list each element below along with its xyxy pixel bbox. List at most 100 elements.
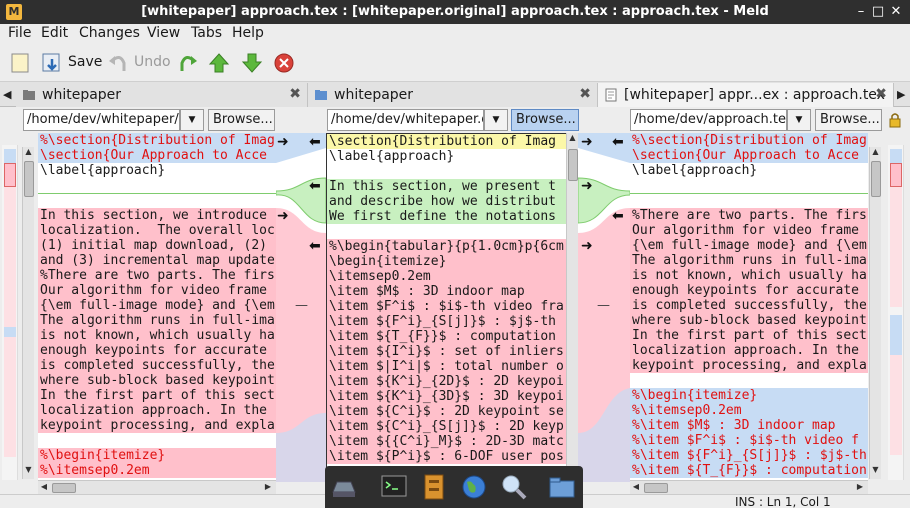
scroll-right-icon[interactable]: ▶ (262, 482, 274, 491)
push-left-arrow-icon[interactable]: ⬅ (309, 238, 321, 254)
next-change-button[interactable] (240, 51, 264, 75)
middle-editor-pane[interactable]: \section{Distribution of Imag \label{app… (326, 133, 568, 482)
left-editor-pane[interactable]: %\section{Distribution of Imag \section{… (38, 133, 276, 482)
scroll-down-icon[interactable]: ▼ (870, 465, 881, 477)
save-button[interactable]: Save (40, 51, 102, 75)
left-vertical-scrollbar[interactable]: ▲ ▼ (22, 147, 34, 479)
code-line: (1) initial map download, (2) (38, 238, 276, 253)
tab-whitepaper-dir[interactable]: whitepaper ✖ (308, 83, 598, 107)
left-overview-map[interactable] (2, 145, 18, 480)
close-tab-icon[interactable]: ✖ (289, 86, 301, 102)
push-left-arrow-icon[interactable]: ⬅ (612, 208, 624, 224)
left-path-field[interactable]: /home/dev/whitepaper/a (23, 109, 180, 131)
left-path-dropdown[interactable]: ▼ (180, 109, 204, 131)
tab-approach-tex[interactable]: [whitepaper] appr...ex : approach.tex ✖ (598, 83, 894, 107)
scroll-up-icon[interactable]: ▲ (567, 133, 578, 145)
left-horizontal-scrollbar[interactable]: ◀ ▶ (38, 480, 276, 494)
stop-button[interactable] (272, 51, 296, 75)
tab-whitepaper[interactable]: whitepaper ✖ (16, 83, 308, 107)
close-tab-icon[interactable]: ✖ (875, 86, 887, 102)
menu-file[interactable]: File (8, 25, 31, 41)
code-line: \item ${T_{F}}$ : computation (327, 329, 567, 344)
scroll-thumb[interactable] (24, 161, 34, 197)
code-line: is completed successfully, the (630, 298, 868, 313)
previous-change-button[interactable] (207, 51, 231, 75)
menu-help[interactable]: Help (232, 25, 264, 41)
code-line: \item ${K^i}_{2D}$ : 2D keypoi (327, 374, 567, 389)
menu-changes[interactable]: Changes (79, 25, 140, 41)
scroll-right-icon[interactable]: ▶ (854, 482, 866, 491)
undo-button[interactable]: Undo (106, 51, 172, 75)
middle-path-dropdown[interactable]: ▼ (484, 109, 508, 131)
tab-scroll-right-icon[interactable]: ▶ (897, 88, 905, 101)
tab-bar: ◀ whitepaper ✖ whitepaper ✖ [whitepaper]… (0, 82, 910, 107)
push-right-arrow-icon[interactable]: ➜ (581, 134, 593, 150)
drive-icon[interactable] (329, 472, 359, 502)
search-icon[interactable] (499, 472, 529, 502)
chevron-down-icon: ▼ (795, 115, 803, 125)
code-line: localization. The overall loc (38, 223, 276, 238)
maximize-button[interactable]: □ (869, 3, 887, 21)
code-line: is not known, which usually ha (630, 268, 868, 283)
middle-vertical-scrollbar[interactable]: ▲ (566, 133, 578, 466)
scroll-thumb[interactable] (644, 483, 668, 493)
code-line: %\item $M$ : 3D indoor map (630, 418, 868, 433)
push-left-arrow-icon[interactable]: ⬅ (309, 134, 321, 150)
tab-scroll-left-icon[interactable]: ◀ (3, 88, 11, 101)
scroll-left-icon[interactable]: ◀ (630, 482, 642, 491)
stop-icon (274, 53, 294, 73)
code-line: \section{Distribution of Imag (327, 134, 567, 149)
path-row: /home/dev/whitepaper/a ▼ Browse... /home… (0, 107, 910, 133)
right-path-field[interactable]: /home/dev/approach.te (630, 109, 787, 131)
push-right-arrow-icon[interactable]: ➜ (277, 208, 289, 224)
close-tab-icon[interactable]: ✖ (579, 86, 591, 102)
redo-button[interactable] (176, 51, 200, 75)
code-line: \item ${K^i}_{3D}$ : 3D keypoi (327, 389, 567, 404)
menu-view[interactable]: View (147, 25, 180, 41)
new-comparison-button[interactable] (8, 51, 32, 75)
menu-edit[interactable]: Edit (41, 25, 68, 41)
web-browser-icon[interactable] (459, 472, 489, 502)
push-right-arrow-icon[interactable]: ➜ (277, 134, 289, 150)
scroll-left-icon[interactable]: ◀ (38, 482, 50, 491)
right-path-dropdown[interactable]: ▼ (787, 109, 811, 131)
code-line: We first define the notations (327, 209, 567, 224)
code-line: %\item ${F^i}_{S[j]}$ : $j$-th (630, 448, 868, 463)
scroll-thumb[interactable] (568, 149, 578, 181)
code-line (38, 193, 276, 208)
scroll-up-icon[interactable]: ▲ (23, 147, 34, 159)
terminal-icon[interactable] (379, 472, 409, 502)
minimize-button[interactable]: – (852, 3, 870, 21)
right-horizontal-scrollbar[interactable]: ◀ ▶ (630, 480, 868, 494)
right-overview-map[interactable] (888, 145, 904, 480)
push-right-arrow-icon[interactable]: ➜ (581, 178, 593, 194)
menu-tabs[interactable]: Tabs (191, 25, 222, 41)
code-line: %\item $F^i$ : $i$-th video f (630, 433, 868, 448)
code-line: is completed successfully, the (38, 358, 276, 373)
code-line: localization approach. In the (630, 343, 868, 358)
right-browse-button[interactable]: Browse... (815, 109, 882, 131)
archive-icon[interactable] (419, 472, 449, 502)
push-right-arrow-icon[interactable]: ➜ (581, 238, 593, 254)
code-line: where sub-block based keypoint (38, 373, 276, 388)
scroll-thumb[interactable] (871, 161, 881, 197)
middle-path-field[interactable]: /home/dev/whitepaper.o (327, 109, 484, 131)
right-vertical-scrollbar[interactable]: ▲ ▼ (869, 147, 881, 479)
code-line: and (3) incremental map update (38, 253, 276, 268)
scroll-up-icon[interactable]: ▲ (870, 147, 881, 159)
folder-icon[interactable] (547, 472, 577, 502)
code-line: \item $F^i$ : $i$-th video fra (327, 299, 567, 314)
code-line: \item ${C^i}$ : 2D keypoint se (327, 404, 567, 419)
push-left-arrow-icon[interactable]: ⬅ (612, 134, 624, 150)
right-editor-pane[interactable]: %\section{Distribution of Imag \section{… (630, 133, 868, 482)
left-browse-button[interactable]: Browse... (208, 109, 275, 131)
push-left-arrow-icon[interactable]: ⬅ (309, 178, 321, 194)
close-window-button[interactable]: ✕ (887, 3, 905, 21)
code-line: keypoint processing, and expla (38, 418, 276, 433)
code-line: and describe how we distribut (327, 194, 567, 209)
scroll-thumb[interactable] (52, 483, 76, 493)
title-bar: M [whitepaper] approach.tex : [whitepape… (0, 0, 910, 24)
tab-label: whitepaper (334, 87, 414, 103)
middle-browse-button[interactable]: Browse... (511, 109, 579, 131)
scroll-down-icon[interactable]: ▼ (23, 465, 34, 477)
